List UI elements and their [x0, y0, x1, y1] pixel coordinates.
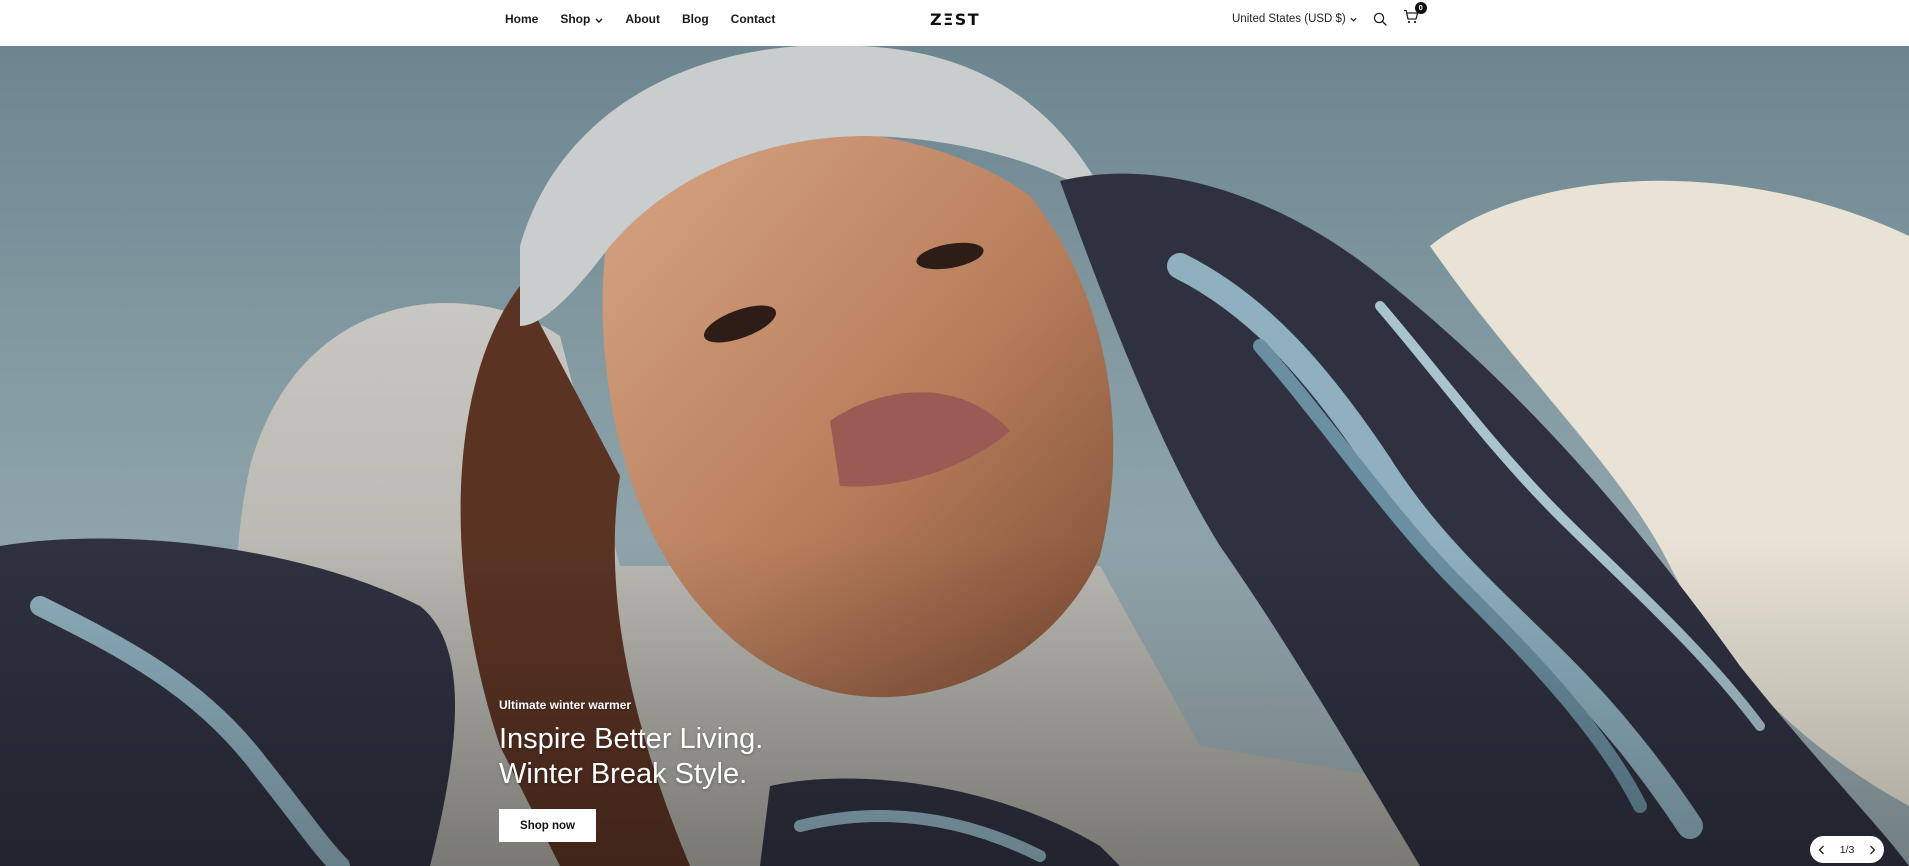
hero-eyebrow: Ultimate winter warmer [499, 698, 632, 712]
cart-button[interactable]: 0 [1403, 2, 1427, 29]
site-header: Home Shop About Blog Contact ZΞST United… [0, 0, 1909, 46]
nav-contact[interactable]: Contact [731, 12, 776, 26]
slide-counter: 1/3 [1839, 843, 1855, 856]
hero-headline-line-2: Winter Break Style. [499, 758, 748, 790]
hero-slideshow: Ultimate winter warmer Inspire Better Li… [0, 46, 1909, 866]
currency-label: United States (USD $) [1232, 13, 1346, 25]
nav-blog-label: Blog [682, 12, 709, 26]
shop-now-button[interactable]: Shop now [499, 809, 596, 842]
site-logo[interactable]: ZΞST [930, 10, 980, 29]
nav-shop-label: Shop [560, 12, 591, 26]
hero-headline-line-1: Inspire Better Living. [499, 723, 764, 755]
nav-about-label: About [625, 12, 660, 26]
slide-pager: 1/3 [1810, 836, 1884, 863]
chevron-left-icon[interactable] [1818, 845, 1825, 855]
currency-selector[interactable]: United States (USD $) [1232, 13, 1357, 25]
chevron-right-icon[interactable] [1869, 845, 1876, 855]
nav-home-label: Home [505, 12, 539, 26]
search-icon[interactable] [1373, 12, 1387, 26]
header-actions: United States (USD $) 0 [1232, 0, 1427, 38]
main-nav: Home Shop About Blog Contact [505, 0, 797, 38]
hero-headline: Inspire Better Living. Winter Break Styl… [499, 722, 763, 792]
nav-contact-label: Contact [730, 12, 776, 26]
nav-shop[interactable]: Shop [560, 12, 603, 26]
nav-about[interactable]: About [625, 12, 660, 26]
cart-count-badge: 0 [1414, 2, 1427, 14]
chevron-down-icon [595, 12, 603, 26]
nav-blog[interactable]: Blog [682, 12, 709, 26]
chevron-down-icon [1350, 13, 1357, 25]
hero-image [0, 46, 1909, 866]
hero-text-block: Ultimate winter warmer Inspire Better Li… [499, 698, 763, 842]
nav-home[interactable]: Home [505, 12, 538, 26]
